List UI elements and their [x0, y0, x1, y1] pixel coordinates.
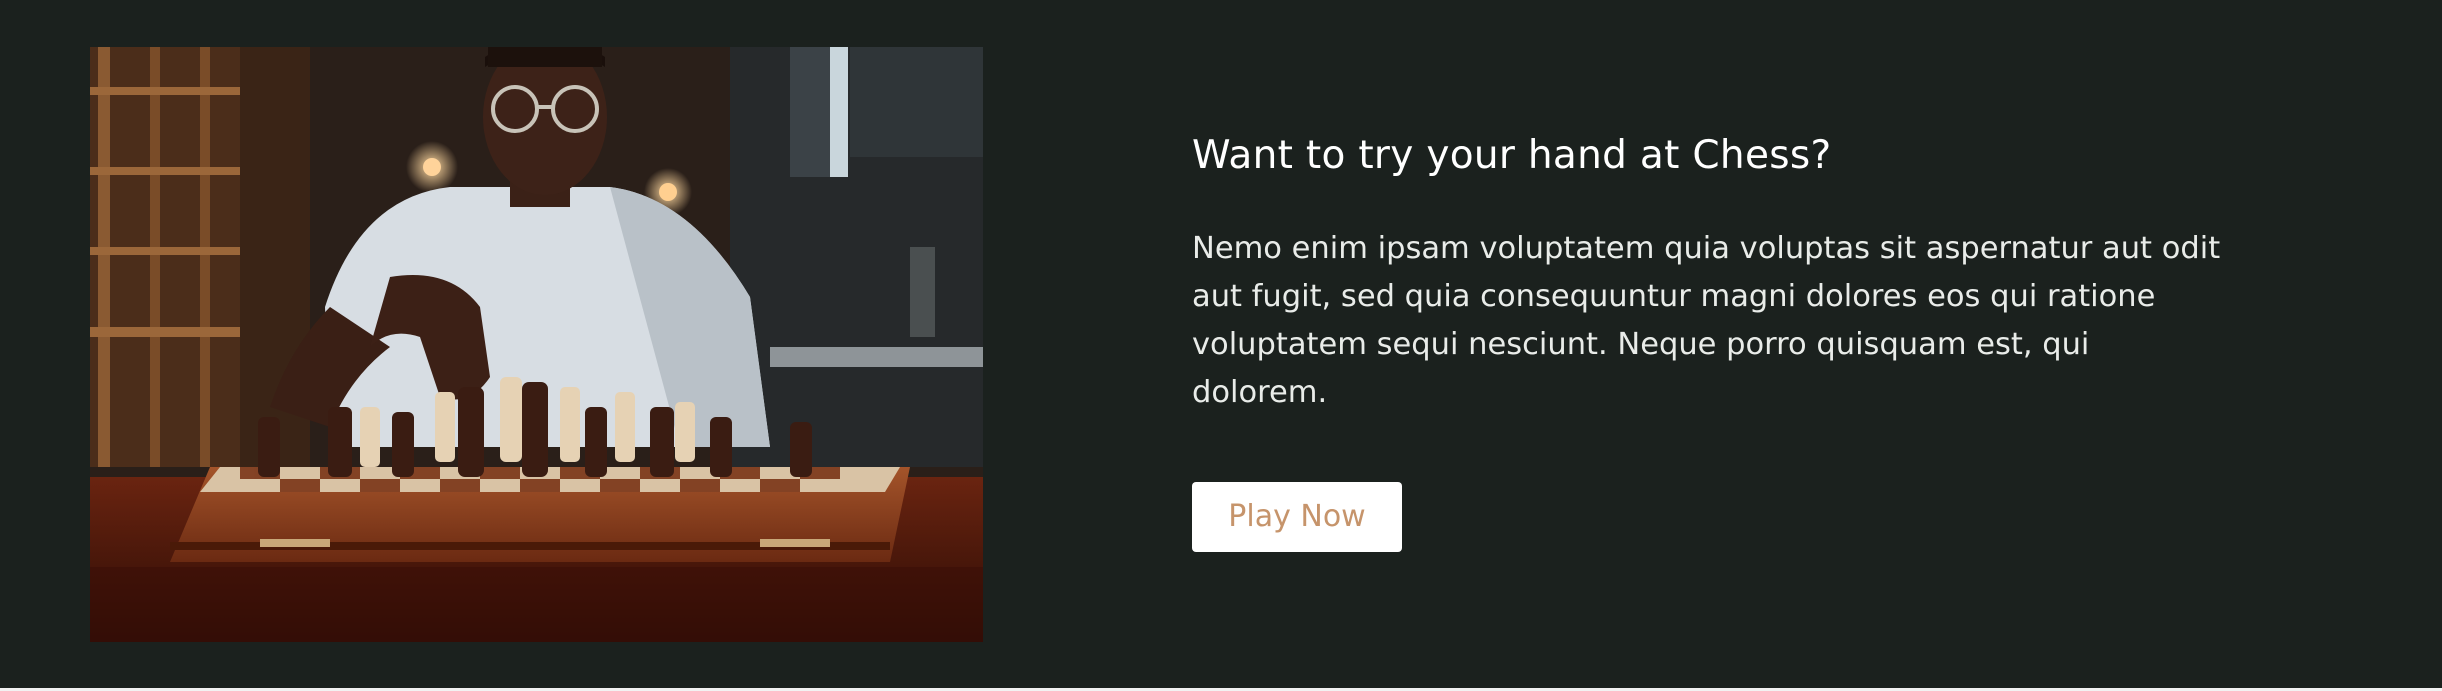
- chess-player-photo: [90, 47, 983, 642]
- feature-description: Nemo enim ipsam voluptatem quia voluptas…: [1192, 231, 2221, 410]
- chess-player-illustration: [90, 47, 983, 642]
- feature-section: Want to try your hand at Chess? Nemo eni…: [0, 0, 2442, 688]
- play-now-button[interactable]: Play Now: [1192, 482, 1402, 552]
- feature-content: Want to try your hand at Chess? Nemo eni…: [1192, 130, 2252, 552]
- feature-heading: Want to try your hand at Chess?: [1192, 133, 1832, 178]
